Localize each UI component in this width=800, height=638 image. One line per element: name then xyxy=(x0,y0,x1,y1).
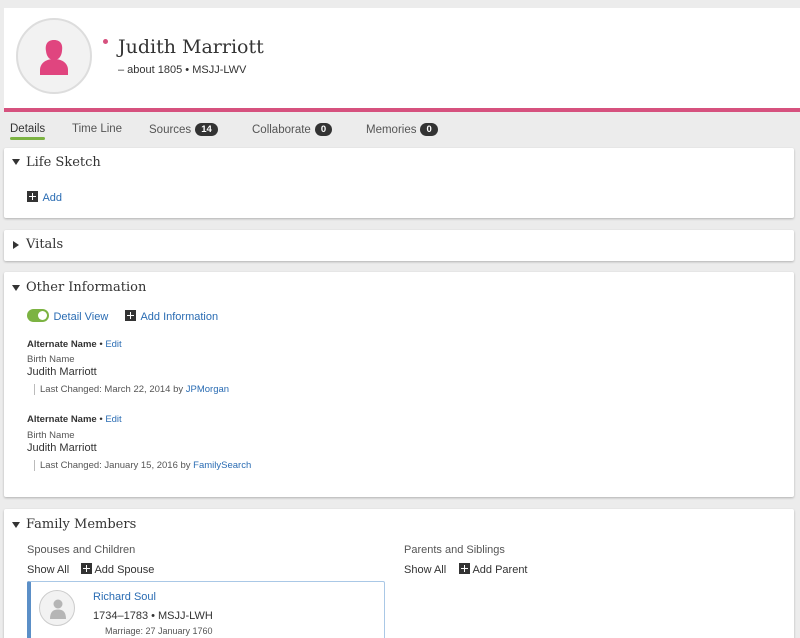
add-icon xyxy=(27,191,38,202)
toggle-switch[interactable] xyxy=(27,309,49,322)
spouse-person-card[interactable]: Richard Soul 1734–1783 • MSJJ-LWH Marria… xyxy=(27,581,385,638)
spouse-name-link[interactable]: Richard Soul xyxy=(93,591,156,603)
person-avatar[interactable] xyxy=(16,18,92,94)
add-information-button[interactable]: Add Information xyxy=(125,307,218,325)
contributor-link[interactable]: FamilySearch xyxy=(193,460,251,471)
spouse-avatar xyxy=(39,590,75,626)
last-changed-info: Last Changed: January 15, 2016 by Family… xyxy=(34,460,251,471)
last-changed-info: Last Changed: March 22, 2014 by JPMorgan xyxy=(34,384,229,395)
tab-time-line[interactable]: Time Line xyxy=(72,123,122,135)
person-name: Judith Marriott xyxy=(118,36,264,58)
spouses-children-heading: Spouses and Children xyxy=(27,544,136,556)
family-members-title[interactable]: Family Members xyxy=(26,517,136,532)
person-lifespan-id: – about 1805 • MSJJ-LWV xyxy=(118,64,247,76)
vitals-card: Vitals xyxy=(4,230,794,261)
add-spouse-button[interactable]: Add Spouse xyxy=(81,563,154,576)
vitals-title[interactable]: Vitals xyxy=(26,237,63,252)
other-information-title[interactable]: Other Information xyxy=(26,280,146,295)
show-all-parents-link[interactable]: Show All xyxy=(404,564,446,576)
marriage-date: Marriage: 27 January 1760 xyxy=(105,626,213,636)
other-information-card: Other Information Detail View Add Inform… xyxy=(4,272,794,497)
collaborate-count-badge: 0 xyxy=(314,123,333,136)
life-sketch-title[interactable]: Life Sketch xyxy=(26,155,101,170)
female-person-icon xyxy=(40,40,68,75)
add-icon xyxy=(81,563,92,574)
edit-link[interactable]: Edit xyxy=(105,339,121,350)
family-members-card: Family Members Spouses and Children Pare… xyxy=(4,509,794,638)
memories-count-badge: 0 xyxy=(420,123,438,136)
add-icon xyxy=(459,563,470,574)
detail-view-toggle[interactable]: Detail View xyxy=(27,307,108,325)
person-silhouette-icon xyxy=(50,599,66,619)
person-header: Judith Marriott – about 1805 • MSJJ-LWV xyxy=(4,8,800,112)
collapse-arrow-icon[interactable] xyxy=(12,522,20,528)
name-type-label: Birth Name xyxy=(27,430,75,441)
life-sketch-card: Life Sketch Add xyxy=(4,148,794,218)
alternate-name-label: Alternate Name • Edit xyxy=(27,414,122,425)
tab-details[interactable]: Details xyxy=(10,123,46,140)
tab-memories[interactable]: Memories 0 xyxy=(366,123,438,136)
show-all-spouses-link[interactable]: Show All xyxy=(27,564,69,576)
spouse-lifespan-id: 1734–1783 • MSJJ-LWH xyxy=(93,610,213,622)
tab-sources[interactable]: Sources 14 xyxy=(149,123,218,136)
contributor-link[interactable]: JPMorgan xyxy=(186,384,229,395)
edit-link[interactable]: Edit xyxy=(105,414,121,425)
name-type-label: Birth Name xyxy=(27,354,75,365)
alternate-name-value: Judith Marriott xyxy=(27,442,97,454)
gender-indicator xyxy=(103,39,108,44)
alternate-name-label: Alternate Name • Edit xyxy=(27,339,122,350)
tab-collaborate[interactable]: Collaborate 0 xyxy=(252,123,333,136)
tab-bar: Details Time Line Sources 14 Collaborate 0… xyxy=(0,118,800,144)
parents-siblings-heading: Parents and Siblings xyxy=(404,544,505,556)
collapse-arrow-icon[interactable] xyxy=(12,159,20,165)
expand-arrow-icon[interactable] xyxy=(13,241,19,249)
alternate-name-value: Judith Marriott xyxy=(27,366,97,378)
sources-count-badge: 14 xyxy=(195,123,218,136)
collapse-arrow-icon[interactable] xyxy=(12,285,20,291)
add-icon xyxy=(125,310,136,321)
add-parent-button[interactable]: Add Parent xyxy=(459,563,528,576)
life-sketch-add-button[interactable]: Add xyxy=(27,188,62,206)
